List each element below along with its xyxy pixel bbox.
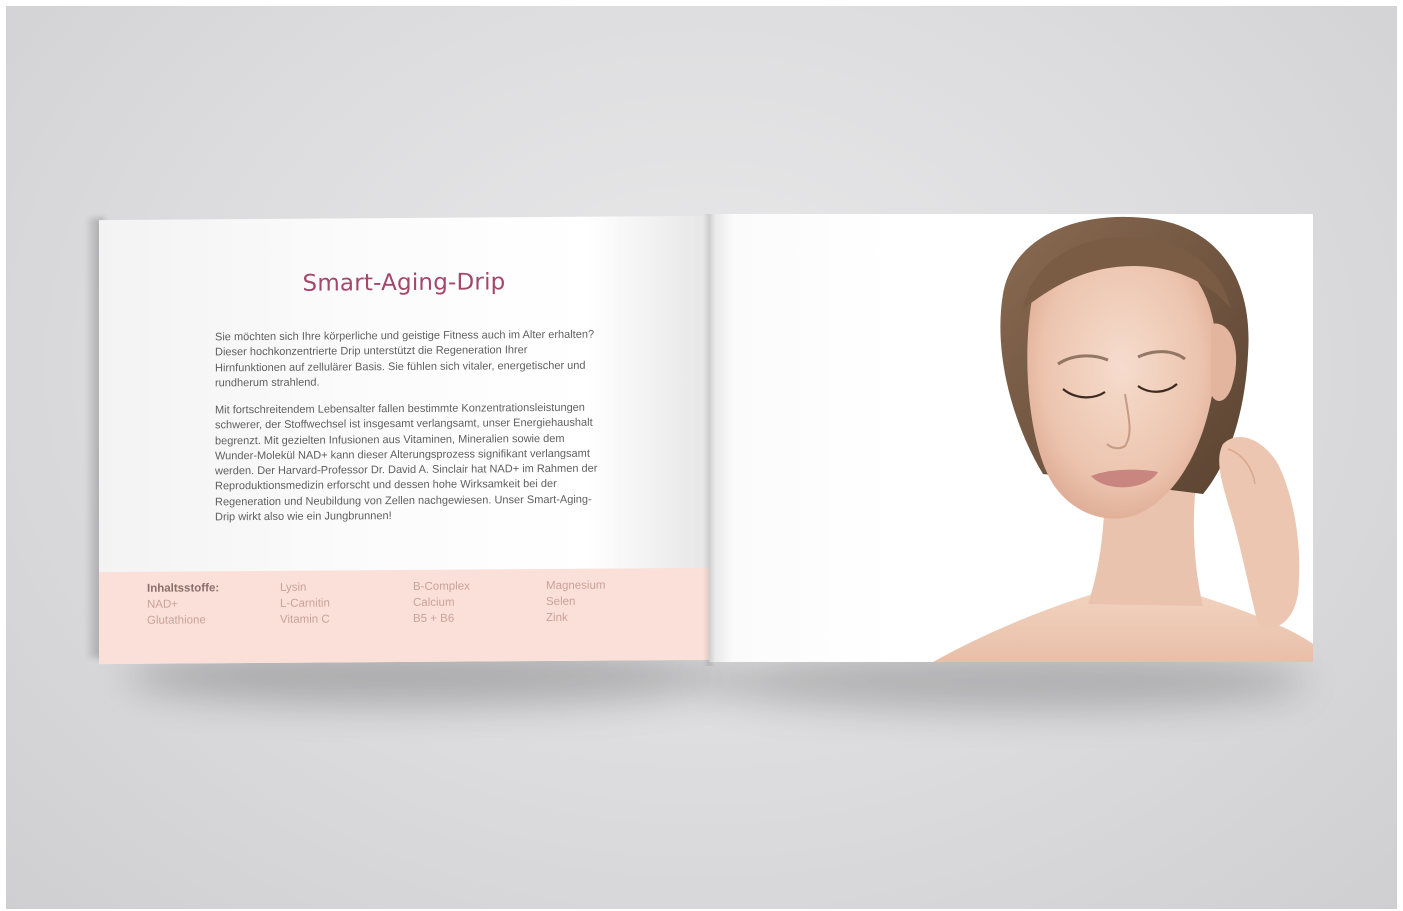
ingredients-column-4: Magnesium Selen Zink bbox=[546, 578, 605, 626]
page-title: Smart-Aging-Drip bbox=[302, 269, 506, 297]
ingredients-column-2: Lysin L-Carnitin Vitamin C bbox=[280, 580, 330, 628]
ingredient-item: L-Carnitin bbox=[280, 597, 330, 610]
ingredient-item: Zink bbox=[546, 611, 568, 625]
ingredient-item: Selen bbox=[546, 595, 576, 609]
ingredient-item: B-Complex bbox=[413, 580, 470, 593]
mockup-background: Smart-Aging-Drip Sie möchten sich Ihre k… bbox=[6, 6, 1397, 909]
left-page: Smart-Aging-Drip Sie möchten sich Ihre k… bbox=[99, 215, 709, 665]
right-page bbox=[709, 214, 1313, 662]
ingredient-item: Vitamin C bbox=[280, 613, 330, 626]
intro-paragraph: Sie möchten sich Ihre körperliche und ge… bbox=[215, 328, 595, 390]
ingredient-item: B5 + B6 bbox=[413, 612, 455, 625]
ingredient-item: Magnesium bbox=[546, 579, 606, 593]
brochure-spine bbox=[703, 214, 715, 666]
ingredients-heading: Inhaltsstoffe: bbox=[147, 582, 220, 595]
body-paragraph: Mit fortschreitendem Lebensalter fallen … bbox=[215, 401, 598, 524]
ingredients-band: Inhaltsstoffe: NAD+ Glutathione Lysin L-… bbox=[99, 567, 709, 665]
ingredient-item: Glutathione bbox=[147, 614, 206, 627]
open-brochure: Smart-Aging-Drip Sie möchten sich Ihre k… bbox=[99, 214, 1313, 666]
ingredient-item: Calcium bbox=[413, 596, 455, 609]
ingredient-item: Lysin bbox=[280, 581, 307, 594]
ingredient-item: NAD+ bbox=[147, 598, 178, 611]
ingredients-column-3: B-Complex Calcium B5 + B6 bbox=[413, 579, 470, 627]
portrait-photo bbox=[933, 216, 1313, 662]
ingredients-column-1: Inhaltsstoffe: NAD+ Glutathione bbox=[147, 580, 219, 629]
